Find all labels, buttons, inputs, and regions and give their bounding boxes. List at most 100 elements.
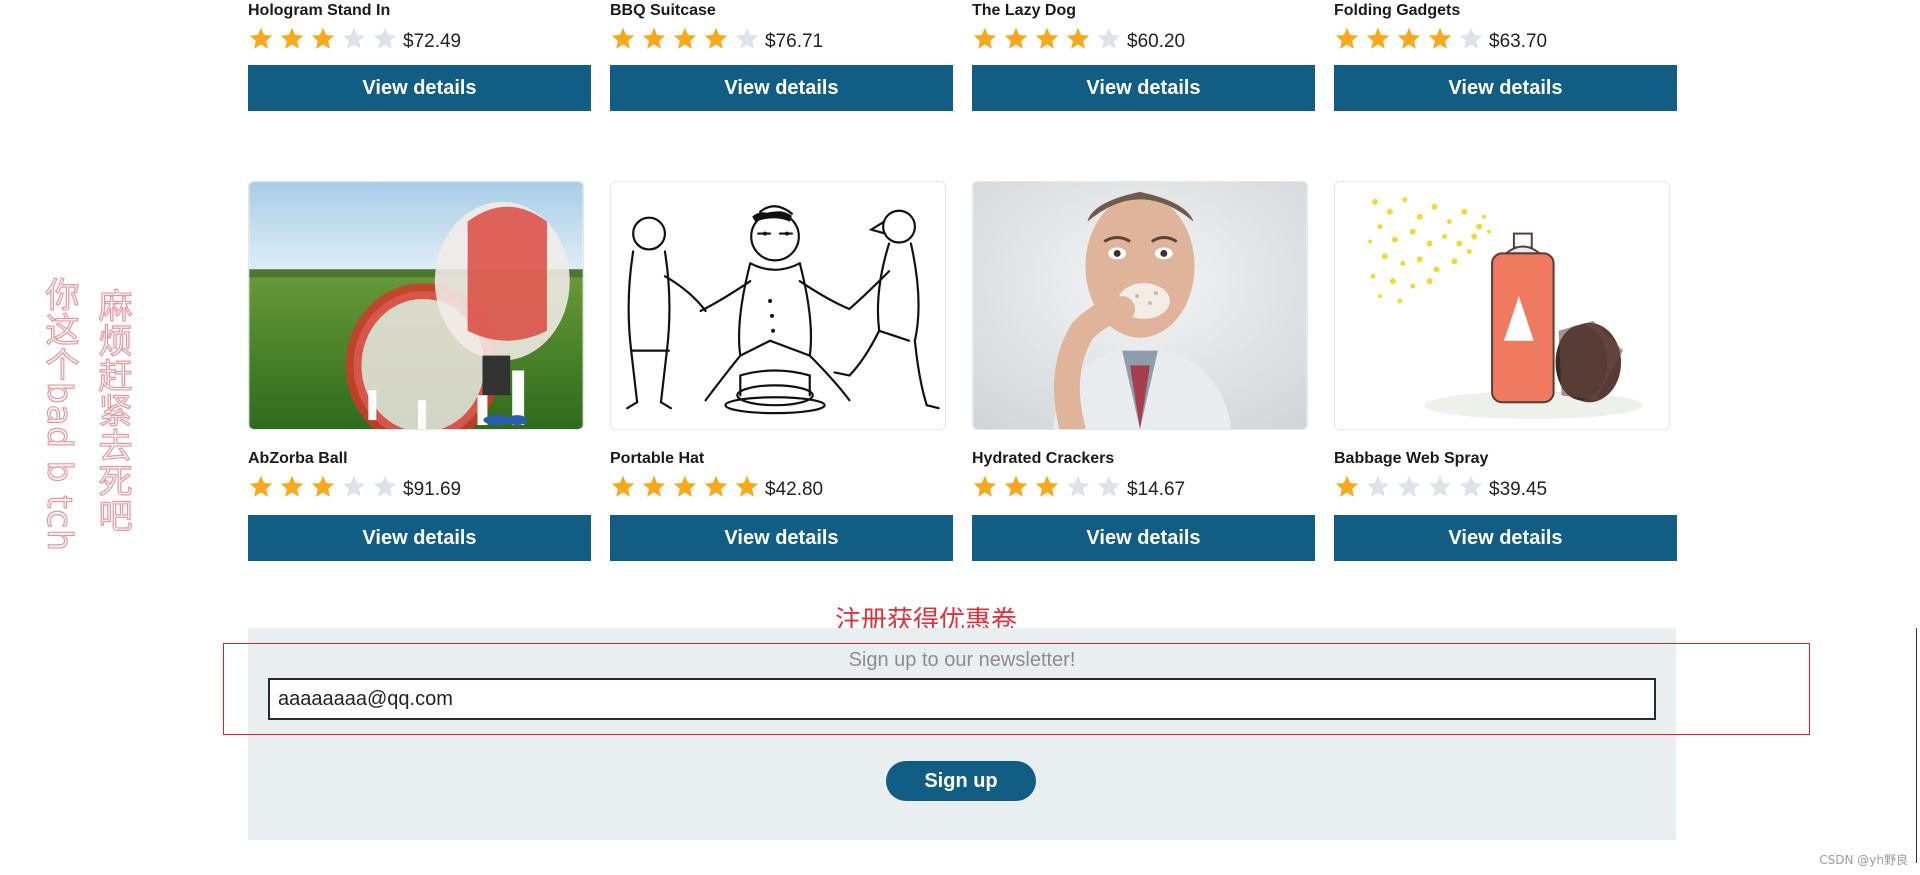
product-price: $72.49 [403,31,462,52]
newsletter-section: Sign up to our newsletter! Sign up [248,628,1676,840]
product-image[interactable] [610,181,946,430]
page: Hologram Stand In $72.49 View details BB… [0,0,1920,875]
star-empty-icon [1428,475,1452,497]
star-filled-icon [973,27,997,49]
side-annotation-text: 麻烦赶紧去死吧 [91,287,132,533]
star-empty-icon [1066,475,1090,497]
product-rating-row: $42.80 [610,471,953,503]
star-filled-icon [1035,27,1059,49]
star-filled-icon [973,475,997,497]
product-price: $91.69 [403,479,462,500]
view-details-button[interactable]: View details [248,515,591,561]
star-empty-icon [1459,475,1483,497]
star-filled-icon [735,475,759,497]
product-card: Hologram Stand In $72.49 View details [248,1,591,111]
star-filled-icon [1035,475,1059,497]
star-filled-icon [1066,27,1090,49]
view-details-button[interactable]: View details [972,515,1315,561]
view-details-button[interactable]: View details [1334,515,1677,561]
star-empty-icon [373,27,397,49]
star-filled-icon [704,27,728,49]
star-filled-icon [673,27,697,49]
product-price: $76.71 [765,31,824,52]
star-filled-icon [1335,475,1359,497]
view-details-button[interactable]: View details [1334,65,1677,111]
star-empty-icon [735,27,759,49]
product-card: BBQ Suitcase $76.71 View details [610,1,953,111]
star-empty-icon [1097,27,1121,49]
product-rating-row: $39.45 [1334,471,1677,503]
product-name: Hydrated Crackers [972,450,1115,467]
star-filled-icon [311,475,335,497]
star-filled-icon [1004,475,1028,497]
star-filled-icon [611,27,635,49]
scrollbar[interactable] [1916,628,1917,863]
product-image[interactable] [248,181,584,430]
star-rating [972,26,1127,52]
star-filled-icon [673,475,697,497]
product-name: The Lazy Dog [972,2,1077,19]
star-filled-icon [642,27,666,49]
product-name: AbZorba Ball [248,450,348,467]
product-rating-row: $72.49 [248,23,591,55]
view-details-button[interactable]: View details [248,65,591,111]
product-rating-row: $91.69 [248,471,591,503]
product-rating-row: $76.71 [610,23,953,55]
star-rating [248,26,403,52]
product-card: Portable Hat $42.80 View details [610,181,953,561]
zorb-ball-photo [249,182,583,429]
star-filled-icon [611,475,635,497]
view-details-button[interactable]: View details [610,515,953,561]
view-details-button[interactable]: View details [972,65,1315,111]
product-name: Hologram Stand In [248,2,391,19]
star-rating [1334,26,1489,52]
watermark: CSDN @yh野良 [1819,853,1908,867]
newsletter-caption: Sign up to our newsletter! [848,649,1076,671]
view-details-button[interactable]: View details [610,65,953,111]
star-filled-icon [280,475,304,497]
star-filled-icon [249,475,273,497]
star-rating [610,474,765,500]
star-filled-icon [1397,27,1421,49]
man-eating-cracker-photo [973,182,1307,429]
email-field[interactable] [268,678,1656,720]
star-empty-icon [1097,475,1121,497]
product-name: BBQ Suitcase [610,2,716,19]
product-price: $63.70 [1489,31,1548,52]
star-filled-icon [642,475,666,497]
star-rating [610,26,765,52]
side-annotation-text: 你这个bad b tch [38,276,79,552]
product-card: Babbage Web Spray $39.45 View details [1334,181,1677,561]
star-rating [248,474,403,500]
hat-cartoon-drawing [611,182,945,429]
product-card: The Lazy Dog $60.20 View details [972,1,1315,111]
star-empty-icon [342,27,366,49]
star-filled-icon [1428,27,1452,49]
product-image[interactable] [1334,181,1670,430]
star-filled-icon [311,27,335,49]
product-name: Babbage Web Spray [1334,450,1489,467]
star-filled-icon [704,475,728,497]
star-filled-icon [1335,27,1359,49]
star-rating [1334,474,1489,500]
product-price: $60.20 [1127,31,1186,52]
star-empty-icon [342,475,366,497]
product-price: $14.67 [1127,479,1186,500]
star-filled-icon [280,27,304,49]
star-filled-icon [1366,27,1390,49]
star-empty-icon [1366,475,1390,497]
sign-up-button[interactable]: Sign up [886,761,1036,801]
product-price: $39.45 [1489,479,1548,500]
star-filled-icon [1004,27,1028,49]
star-empty-icon [1459,27,1483,49]
product-name: Folding Gadgets [1334,2,1461,19]
star-empty-icon [373,475,397,497]
star-rating [972,474,1127,500]
product-name: Portable Hat [610,450,705,467]
product-rating-row: $14.67 [972,471,1315,503]
product-image[interactable] [972,181,1308,430]
product-price: $42.80 [765,479,824,500]
product-card: Folding Gadgets $63.70 View details [1334,1,1677,111]
spray-can-illustration [1335,182,1669,429]
product-rating-row: $60.20 [972,23,1315,55]
